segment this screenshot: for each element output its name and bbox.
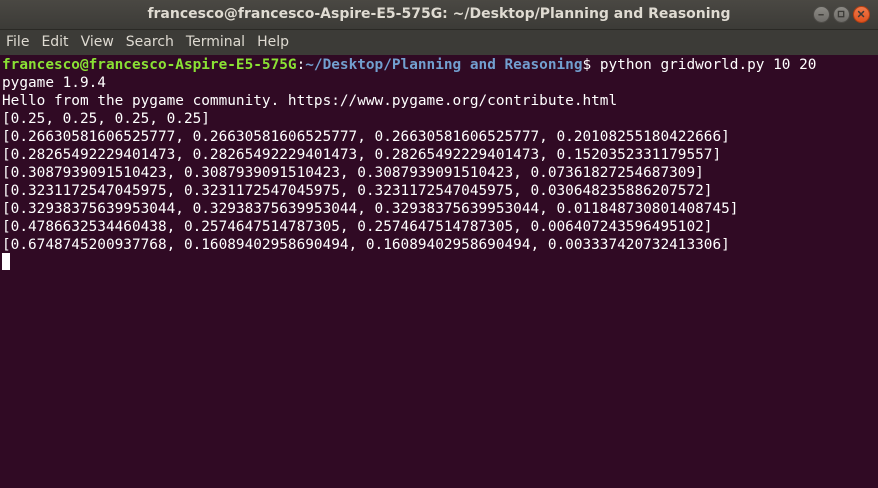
output-line: Hello from the pygame community. https:/… [2,93,618,109]
output-line: [0.28265492229401473, 0.2826549222940147… [2,147,722,163]
output-line: [0.4786632534460438, 0.2574647514787305,… [2,219,713,235]
menu-terminal[interactable]: Terminal [180,30,251,55]
output-line: [0.26630581606525777, 0.2663058160652577… [2,129,730,145]
terminal-content[interactable]: francesco@francesco-Aspire-E5-575G:~/Des… [0,55,878,488]
maximize-button[interactable] [833,6,850,23]
text-cursor [2,253,10,270]
close-icon [857,10,865,18]
prompt-command: python gridworld.py 10 20 [599,57,817,73]
output-line: [0.3087939091510423, 0.3087939091510423,… [2,165,704,181]
minimize-button[interactable] [813,6,830,23]
menu-edit[interactable]: Edit [35,30,74,55]
prompt-dollar: $ [582,57,600,73]
maximize-icon [837,10,845,18]
prompt-colon: : [296,57,306,73]
prompt-user-host: francesco@francesco-Aspire-E5-575G [2,57,297,73]
menu-view[interactable]: View [75,30,120,55]
prompt-path: ~/Desktop/Planning and Reasoning [305,57,583,73]
minimize-icon [818,14,824,16]
output-line: [0.6748745200937768, 0.16089402958690494… [2,237,730,253]
output-line: pygame 1.9.4 [2,75,106,91]
menu-search[interactable]: Search [120,30,180,55]
window-controls [813,6,870,23]
close-button[interactable] [853,6,870,23]
terminal-window: francesco@francesco-Aspire-E5-575G: ~/De… [0,0,878,488]
output-line: [0.25, 0.25, 0.25, 0.25] [2,111,210,127]
output-line: [0.32938375639953044, 0.3293837563995304… [2,201,739,217]
menu-help[interactable]: Help [251,30,295,55]
title-bar[interactable]: francesco@francesco-Aspire-E5-575G: ~/De… [0,0,878,30]
menu-file[interactable]: File [0,30,35,55]
window-title: francesco@francesco-Aspire-E5-575G: ~/De… [147,6,731,22]
command-prompt-line: francesco@francesco-Aspire-E5-575G:~/Des… [2,56,816,74]
menu-bar: File Edit View Search Terminal Help [0,30,878,55]
output-line: [0.3231172547045975, 0.3231172547045975,… [2,183,713,199]
